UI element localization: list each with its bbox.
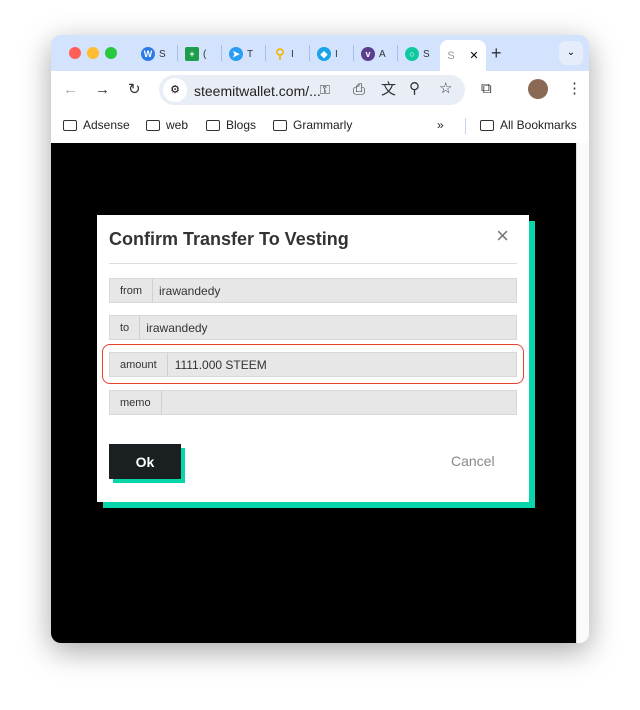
- key-icon[interactable]: ⚿: [320, 83, 330, 96]
- bookmark-label: web: [166, 118, 189, 132]
- bookmark-adsense[interactable]: Adsense: [63, 118, 130, 132]
- reload-button[interactable]: ↻: [128, 82, 141, 97]
- folder-icon: [273, 119, 287, 131]
- all-bookmarks[interactable]: All Bookmarks: [480, 118, 577, 132]
- chat-bubble-icon: ○: [405, 47, 419, 61]
- bookmark-blogs[interactable]: Blogs: [206, 118, 256, 132]
- tab-label: A: [379, 48, 386, 60]
- more-bookmarks-icon[interactable]: »: [437, 118, 444, 132]
- folder-icon: [480, 119, 494, 131]
- tab-1[interactable]: WS: [141, 43, 181, 65]
- tab-3[interactable]: ➤ T: [229, 43, 269, 65]
- tab-search-button[interactable]: ⌄: [559, 41, 583, 65]
- bookmark-label: Blogs: [226, 118, 257, 132]
- field-label: to: [110, 316, 141, 339]
- dialog-title: Confirm Transfer To Vesting: [109, 229, 349, 249]
- bookmarks-bar: Adsense web Blogs Grammarly » All Bookma…: [51, 109, 589, 143]
- tab-6[interactable]: vA: [361, 43, 401, 65]
- tab-bar: WS +( ➤ T ⚲ I ◆ I vA ○ S S ✕ + ⌄: [51, 35, 589, 71]
- tab-label: S: [159, 48, 166, 60]
- extensions-icon[interactable]: ⧉: [481, 81, 492, 96]
- close-tab-icon[interactable]: ✕: [469, 49, 478, 62]
- bookmark-label: Adsense: [83, 118, 130, 132]
- tab-label: I: [291, 48, 294, 60]
- back-button[interactable]: ←: [63, 82, 78, 97]
- telegram-icon: ➤: [229, 47, 243, 61]
- from-field: from irawandedy: [109, 278, 517, 303]
- v-icon: v: [361, 47, 375, 61]
- menu-icon[interactable]: ⋮: [567, 81, 582, 96]
- memo-value: [161, 391, 516, 414]
- gem-icon: ◆: [317, 47, 331, 61]
- toolbar: ← → ↻ ⚙ steemitwallet.com/... ⚿ ⎙ 文 ⚲ ☆ …: [51, 71, 589, 109]
- plus-sheet-icon: +: [185, 47, 199, 61]
- to-field: to irawandedy: [109, 315, 517, 340]
- tab-5[interactable]: ◆ I: [317, 43, 357, 65]
- zoom-out-icon[interactable]: ⚲: [409, 81, 420, 96]
- folder-icon: [146, 119, 160, 131]
- tab-7[interactable]: ○ S: [405, 43, 445, 65]
- site-settings-icon[interactable]: ⚙: [163, 78, 187, 102]
- steemit-icon: W: [141, 47, 155, 61]
- field-label: from: [110, 279, 153, 302]
- search-magnifier-icon: ⚲: [275, 46, 285, 61]
- tab-label: (: [203, 48, 207, 60]
- close-window-button[interactable]: [69, 47, 81, 59]
- tab-4[interactable]: ⚲ I: [273, 43, 313, 65]
- forward-button[interactable]: →: [95, 82, 110, 97]
- from-value: irawandedy: [153, 279, 516, 302]
- bookmark-web[interactable]: web: [146, 118, 188, 132]
- divider: [109, 263, 517, 264]
- ok-button[interactable]: Ok: [109, 444, 181, 479]
- active-tab[interactable]: S ✕: [440, 40, 486, 71]
- new-tab-button[interactable]: +: [491, 44, 502, 62]
- amount-value: 1111.000 STEEM: [167, 353, 516, 376]
- bookmark-label: Grammarly: [293, 118, 353, 132]
- to-value: irawandedy: [140, 316, 516, 339]
- field-label: memo: [110, 391, 162, 414]
- address-bar[interactable]: ⚙ steemitwallet.com/... ⚿ ⎙ 文 ⚲ ☆: [159, 75, 465, 105]
- confirm-dialog: Confirm Transfer To Vesting × from irawan…: [97, 215, 529, 502]
- url-text[interactable]: steemitwallet.com/...: [194, 83, 321, 99]
- amount-field: amount 1111.000 STEEM: [109, 352, 517, 377]
- tab-label: S: [423, 48, 430, 60]
- bookmark-grammarly[interactable]: Grammarly: [273, 118, 352, 132]
- tab-label: I: [335, 48, 338, 60]
- zoom-window-button[interactable]: [105, 47, 117, 59]
- close-icon[interactable]: ×: [496, 223, 509, 249]
- folder-icon: [63, 119, 77, 131]
- bookmark-star-icon[interactable]: ☆: [439, 81, 452, 96]
- minimize-window-button[interactable]: [87, 47, 99, 59]
- folder-icon: [206, 119, 220, 131]
- tab-label: T: [247, 48, 254, 60]
- memo-field: memo: [109, 390, 517, 415]
- translate-icon[interactable]: 文: [381, 82, 396, 97]
- profile-avatar[interactable]: [528, 79, 548, 99]
- cancel-button[interactable]: Cancel: [451, 453, 495, 469]
- install-app-icon[interactable]: ⎙: [353, 82, 365, 97]
- tab-label: S: [447, 49, 455, 62]
- scrollbar[interactable]: [576, 143, 589, 643]
- field-label: amount: [110, 353, 168, 376]
- tab-2[interactable]: +(: [185, 43, 225, 65]
- bookmark-label: All Bookmarks: [500, 118, 577, 132]
